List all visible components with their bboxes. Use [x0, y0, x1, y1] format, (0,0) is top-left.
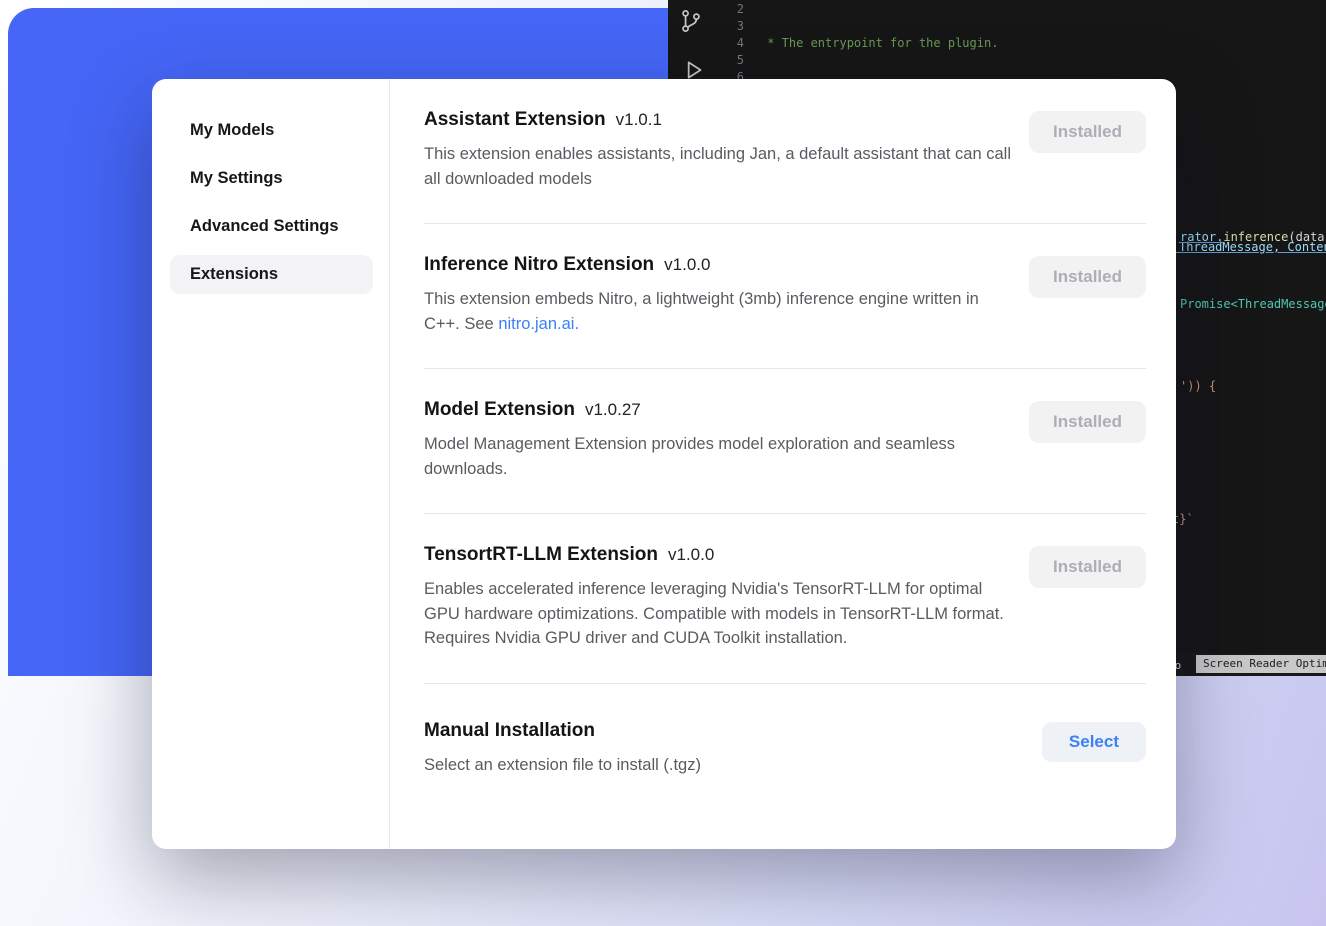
- extension-name: Inference Nitro Extension: [424, 254, 654, 275]
- extension-heading: Model Extension v1.0.27: [424, 399, 1019, 421]
- extension-info: TensortRT-LLM Extension v1.0.0 Enables ac…: [424, 544, 1019, 651]
- extension-info: Assistant Extension v1.0.1 This extension…: [424, 109, 1019, 191]
- extension-description: Model Management Extension provides mode…: [424, 432, 1019, 481]
- extension-heading: Manual Installation: [424, 720, 701, 742]
- extension-row-tensorrt: TensortRT-LLM Extension v1.0.0 Enables ac…: [424, 514, 1146, 683]
- sidebar-item-advanced-settings[interactable]: Advanced Settings: [170, 207, 373, 246]
- code-fragment: rator.inference(data));: [1180, 229, 1326, 246]
- extension-info: Inference Nitro Extension v1.0.0 This ext…: [424, 254, 1019, 336]
- extension-version: v1.0.0: [664, 255, 710, 274]
- installed-button[interactable]: Installed: [1029, 401, 1146, 443]
- extension-name: TensortRT-LLM Extension: [424, 544, 658, 565]
- sidebar-item-extensions[interactable]: Extensions: [170, 255, 373, 294]
- sidebar-item-my-settings[interactable]: My Settings: [170, 159, 373, 198]
- extension-row-model: Model Extension v1.0.27 Model Management …: [424, 369, 1146, 513]
- status-screen-reader-chip: Screen Reader Optimized: [1196, 655, 1326, 673]
- installed-button[interactable]: Installed: [1029, 256, 1146, 298]
- extension-heading: Assistant Extension v1.0.1: [424, 109, 1019, 131]
- settings-sidebar: My Models My Settings Advanced Settings …: [152, 79, 390, 849]
- manual-installation-row: Manual Installation Select an extension …: [424, 684, 1146, 810]
- sidebar-item-my-models[interactable]: My Models: [170, 111, 373, 150]
- nitro-jan-ai-link[interactable]: nitro.jan.ai.: [498, 315, 579, 333]
- code-fragment: Promise<ThreadMessage>: [1180, 296, 1326, 313]
- extension-info: Manual Installation Select an extension …: [424, 720, 701, 778]
- source-control-icon: [678, 8, 704, 34]
- select-button[interactable]: Select: [1042, 722, 1146, 762]
- extension-row-nitro: Inference Nitro Extension v1.0.0 This ext…: [424, 224, 1146, 368]
- extension-version: v1.0.27: [585, 400, 641, 419]
- extension-version: v1.0.0: [668, 545, 714, 564]
- extensions-panel: Assistant Extension v1.0.1 This extension…: [390, 79, 1176, 849]
- installed-button[interactable]: Installed: [1029, 546, 1146, 588]
- extension-description: Select an extension file to install (.tg…: [424, 753, 701, 778]
- extension-heading: Inference Nitro Extension v1.0.0: [424, 254, 1019, 276]
- extension-version: v1.0.1: [616, 110, 662, 129]
- code-comment: * The entrypoint for the plugin.: [760, 35, 1326, 52]
- extension-description: This extension embeds Nitro, a lightweig…: [424, 287, 1019, 336]
- editor-line-numbers: 2 3 4 5 6: [722, 1, 744, 86]
- extension-description: This extension enables assistants, inclu…: [424, 142, 1019, 191]
- extension-heading: TensortRT-LLM Extension v1.0.0: [424, 544, 1019, 566]
- extension-description: Enables accelerated inference leveraging…: [424, 577, 1019, 651]
- code-fragment: ')) {: [1180, 378, 1216, 395]
- extension-name: Model Extension: [424, 399, 575, 420]
- extension-name: Manual Installation: [424, 720, 595, 741]
- settings-modal: My Models My Settings Advanced Settings …: [152, 79, 1176, 849]
- installed-button[interactable]: Installed: [1029, 111, 1146, 153]
- extension-info: Model Extension v1.0.27 Model Management …: [424, 399, 1019, 481]
- extension-name: Assistant Extension: [424, 109, 606, 130]
- extension-row-assistant: Assistant Extension v1.0.1 This extension…: [424, 79, 1146, 223]
